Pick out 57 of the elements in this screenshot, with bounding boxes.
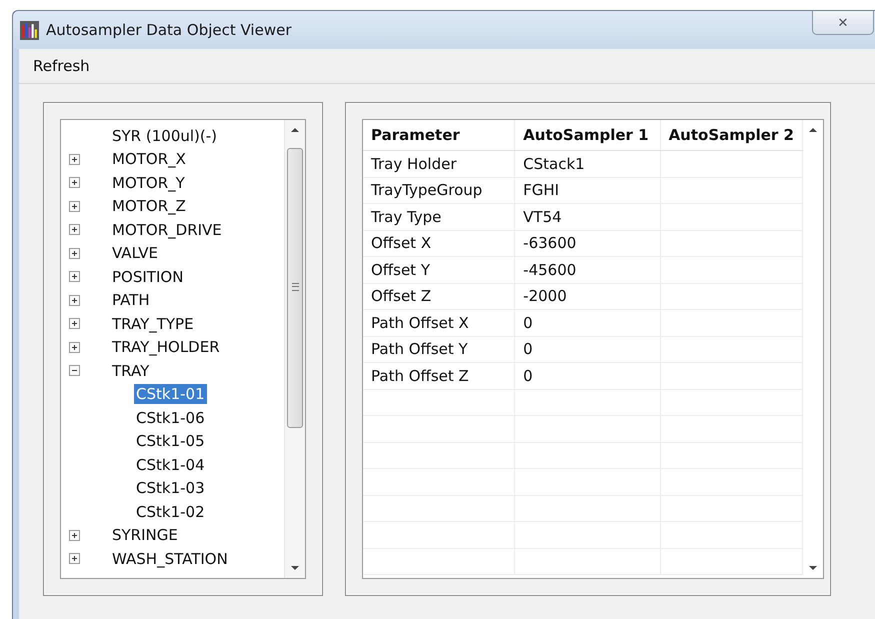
- expand-icon[interactable]: [69, 271, 80, 282]
- table-cell: Path Offset Z: [363, 362, 515, 389]
- tree-item[interactable]: SYRINGE: [110, 525, 180, 546]
- table-cell: Path Offset Y: [363, 336, 515, 362]
- column-header[interactable]: AutoSampler 2: [660, 120, 802, 150]
- table-cell: VT54: [514, 204, 660, 230]
- tree-item[interactable]: VALVE: [110, 243, 160, 264]
- column-header[interactable]: AutoSampler 1: [514, 120, 660, 150]
- tree-item[interactable]: TRAY_HOLDER: [110, 337, 222, 358]
- table-cell: 0: [514, 310, 660, 336]
- expand-icon[interactable]: [69, 294, 80, 306]
- expand-icon[interactable]: [69, 342, 80, 353]
- tree-item[interactable]: POSITION: [110, 266, 186, 287]
- expand-icon[interactable]: [69, 177, 80, 188]
- expand-icon[interactable]: [69, 154, 80, 165]
- table-cell: Offset Z: [363, 283, 515, 310]
- table-cell: Offset Y: [363, 256, 515, 283]
- tree-item[interactable]: MOTOR_DRIVE: [110, 220, 224, 240]
- tree-item[interactable]: MOTOR_Y: [110, 172, 187, 193]
- tree-item[interactable]: MOTOR_Z: [110, 196, 188, 216]
- tree-item[interactable]: CStk1-03: [134, 478, 207, 498]
- close-button[interactable]: ✕: [812, 11, 874, 35]
- app-icon: [20, 20, 39, 40]
- scrollbar[interactable]: [284, 120, 305, 578]
- tree-item[interactable]: MOTOR_X: [110, 149, 188, 170]
- table-cell: Tray Type: [363, 204, 515, 230]
- expand-icon[interactable]: [69, 248, 80, 259]
- table-cell: Path Offset X: [363, 310, 515, 336]
- table-cell: Offset X: [363, 230, 515, 256]
- table-cell: 0: [514, 362, 660, 389]
- menu-item[interactable]: Refresh: [33, 57, 90, 75]
- tree-item[interactable]: SYR (100ul)(-): [110, 126, 219, 146]
- tree-item[interactable]: TRAY_TYPE: [110, 314, 196, 334]
- tree-item[interactable]: TRAY: [110, 360, 152, 381]
- table-cell: Tray Holder: [363, 150, 515, 177]
- table-cell: 0: [514, 336, 660, 362]
- tree-item[interactable]: WASH_STATION: [110, 548, 230, 569]
- tree-item[interactable]: CStk1-06: [134, 408, 207, 428]
- table-cell: FGHI: [514, 177, 660, 204]
- window-title: Autosampler Data Object Viewer: [46, 21, 292, 39]
- tree-item[interactable]: CStk1-04: [134, 454, 207, 475]
- tree-item[interactable]: PATH: [110, 290, 152, 310]
- collapse-icon[interactable]: [69, 365, 80, 376]
- table-cell: -45600: [514, 256, 660, 283]
- tree-item[interactable]: CStk1-05: [134, 431, 207, 452]
- expand-icon[interactable]: [69, 318, 80, 330]
- column-header[interactable]: Parameter: [363, 120, 515, 150]
- table-cell: -63600: [514, 230, 660, 256]
- expand-icon[interactable]: [69, 530, 80, 541]
- table-cell: TrayTypeGroup: [363, 177, 515, 204]
- table-cell: CStack1: [514, 150, 660, 177]
- expand-icon[interactable]: [69, 224, 80, 236]
- expand-icon[interactable]: [69, 553, 80, 564]
- tree-item[interactable]: CStk1-01: [134, 384, 207, 404]
- tree-item[interactable]: CStk1-02: [134, 502, 207, 522]
- expand-icon[interactable]: [69, 200, 80, 212]
- table-cell: -2000: [514, 283, 660, 310]
